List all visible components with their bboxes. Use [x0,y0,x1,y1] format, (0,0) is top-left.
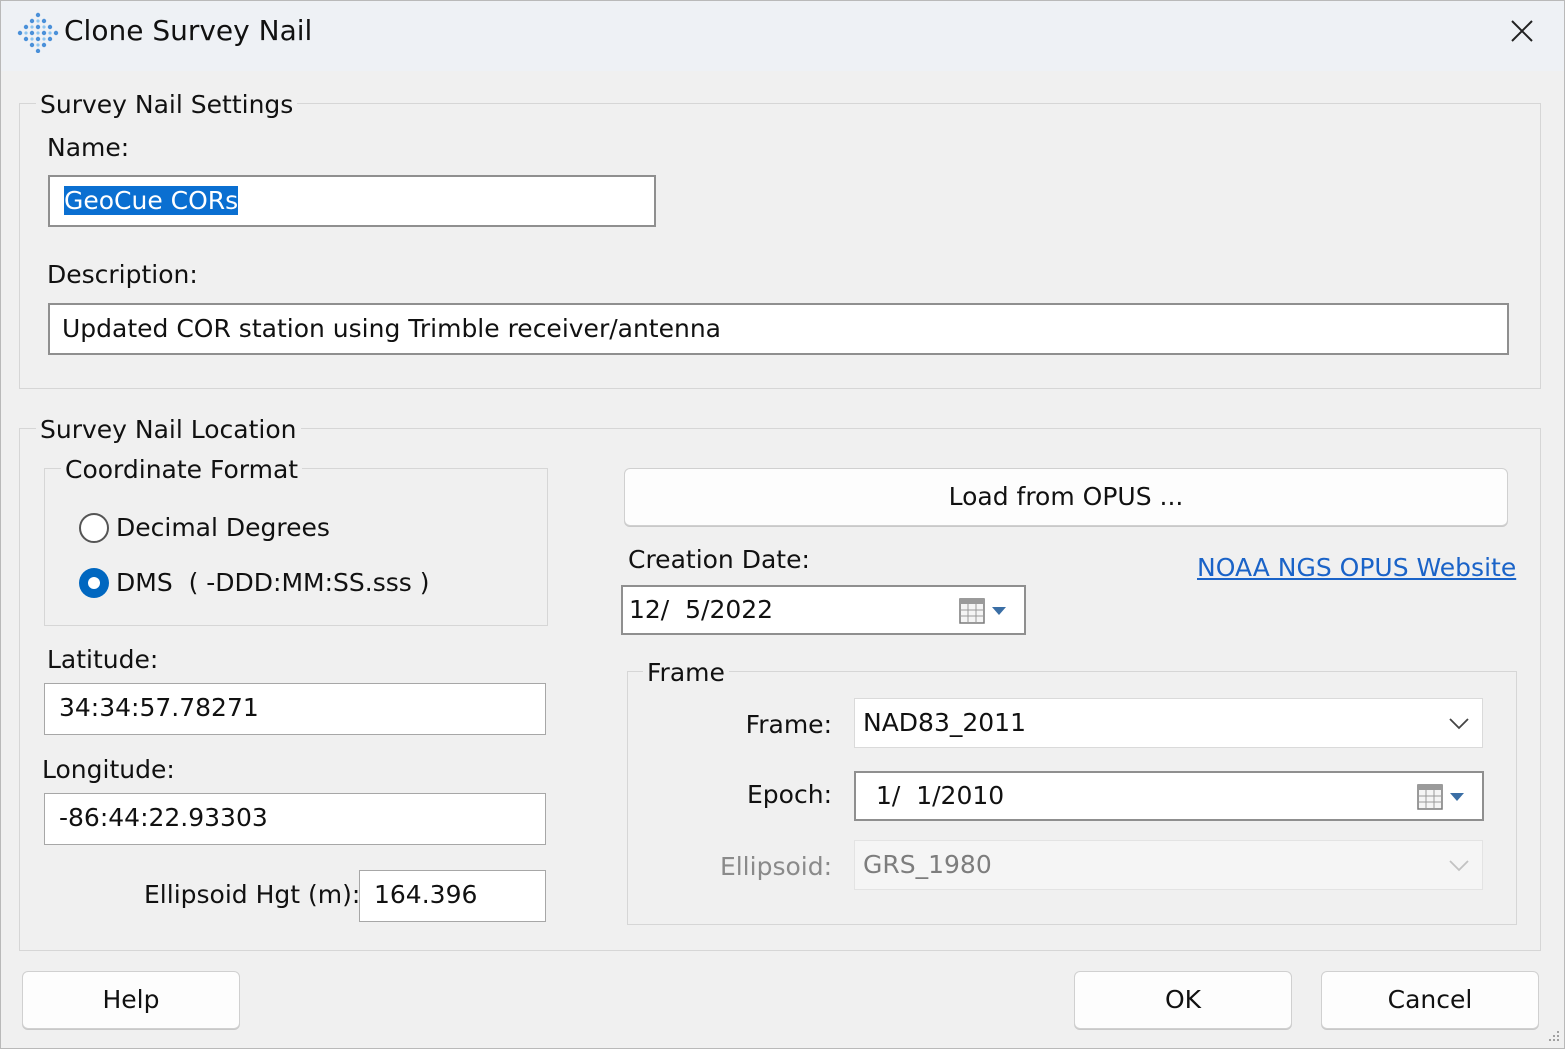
name-label: Name: [47,133,130,162]
resize-grip-icon[interactable] [1545,1029,1561,1045]
dms-label[interactable]: DMS ( -DDD:MM:SS.sss ) [116,568,430,598]
epoch-date-picker[interactable]: 1/ 1/2010 [854,771,1484,821]
calendar-dropdown-icon [1417,784,1464,810]
creation-date-label: Creation Date: [628,545,810,574]
epoch-label: Epoch: [747,780,832,809]
survey-nail-location-legend: Survey Nail Location [36,415,301,445]
chevron-down-icon [1449,718,1469,730]
help-button[interactable]: Help [22,971,240,1029]
creation-date-value: 12/ 5/2022 [629,595,774,624]
ellipsoid-select: GRS_1980 [854,840,1483,890]
coordinate-format-group [44,468,548,626]
ok-button[interactable]: OK [1074,971,1292,1029]
diamond-grid-app-icon [17,12,59,53]
frame-label: Frame: [745,710,832,739]
latitude-label: Latitude: [47,645,159,674]
epoch-value: 1/ 1/2010 [876,781,1005,810]
title-bar: Clone Survey Nail [1,1,1564,71]
calendar-dropdown-icon [959,598,1006,624]
decimal-degrees-label[interactable]: Decimal Degrees [116,513,330,543]
ellipsoid-hgt-input[interactable]: 164.396 [359,870,546,922]
load-from-opus-button[interactable]: Load from OPUS ... [624,468,1508,526]
frame-select[interactable]: NAD83_2011 [854,698,1483,748]
clone-survey-nail-dialog: Clone Survey Nail Survey Nail Settings N… [0,0,1565,1049]
chevron-down-icon [1449,860,1469,872]
longitude-input[interactable]: -86:44:22.93303 [44,793,546,845]
survey-nail-settings-legend: Survey Nail Settings [36,90,298,120]
ellipsoid-select-value: GRS_1980 [863,850,992,879]
decimal-degrees-radio[interactable] [79,513,109,543]
description-label: Description: [47,260,198,289]
name-input-value: GeoCue CORs [64,186,239,215]
cancel-button[interactable]: Cancel [1321,971,1539,1029]
window-title: Clone Survey Nail [64,14,313,47]
ellipsoid-label: Ellipsoid: [719,852,832,881]
ellipsoid-hgt-label: Ellipsoid Hgt (m): [144,880,361,909]
close-button[interactable] [1491,6,1553,56]
noaa-ngs-opus-link[interactable]: NOAA NGS OPUS Website [1197,553,1516,583]
name-input[interactable]: GeoCue CORs [48,175,656,227]
longitude-label: Longitude: [42,755,175,784]
dms-radio[interactable] [79,568,109,598]
coordinate-format-legend: Coordinate Format [61,455,303,485]
latitude-input[interactable]: 34:34:57.78271 [44,683,546,735]
creation-date-picker[interactable]: 12/ 5/2022 [621,585,1026,635]
description-input[interactable]: Updated COR station using Trimble receiv… [48,303,1509,355]
frame-select-value: NAD83_2011 [863,708,1026,737]
frame-legend: Frame [643,658,729,688]
description-input-value: Updated COR station using Trimble receiv… [62,314,721,343]
close-icon [1511,20,1533,42]
